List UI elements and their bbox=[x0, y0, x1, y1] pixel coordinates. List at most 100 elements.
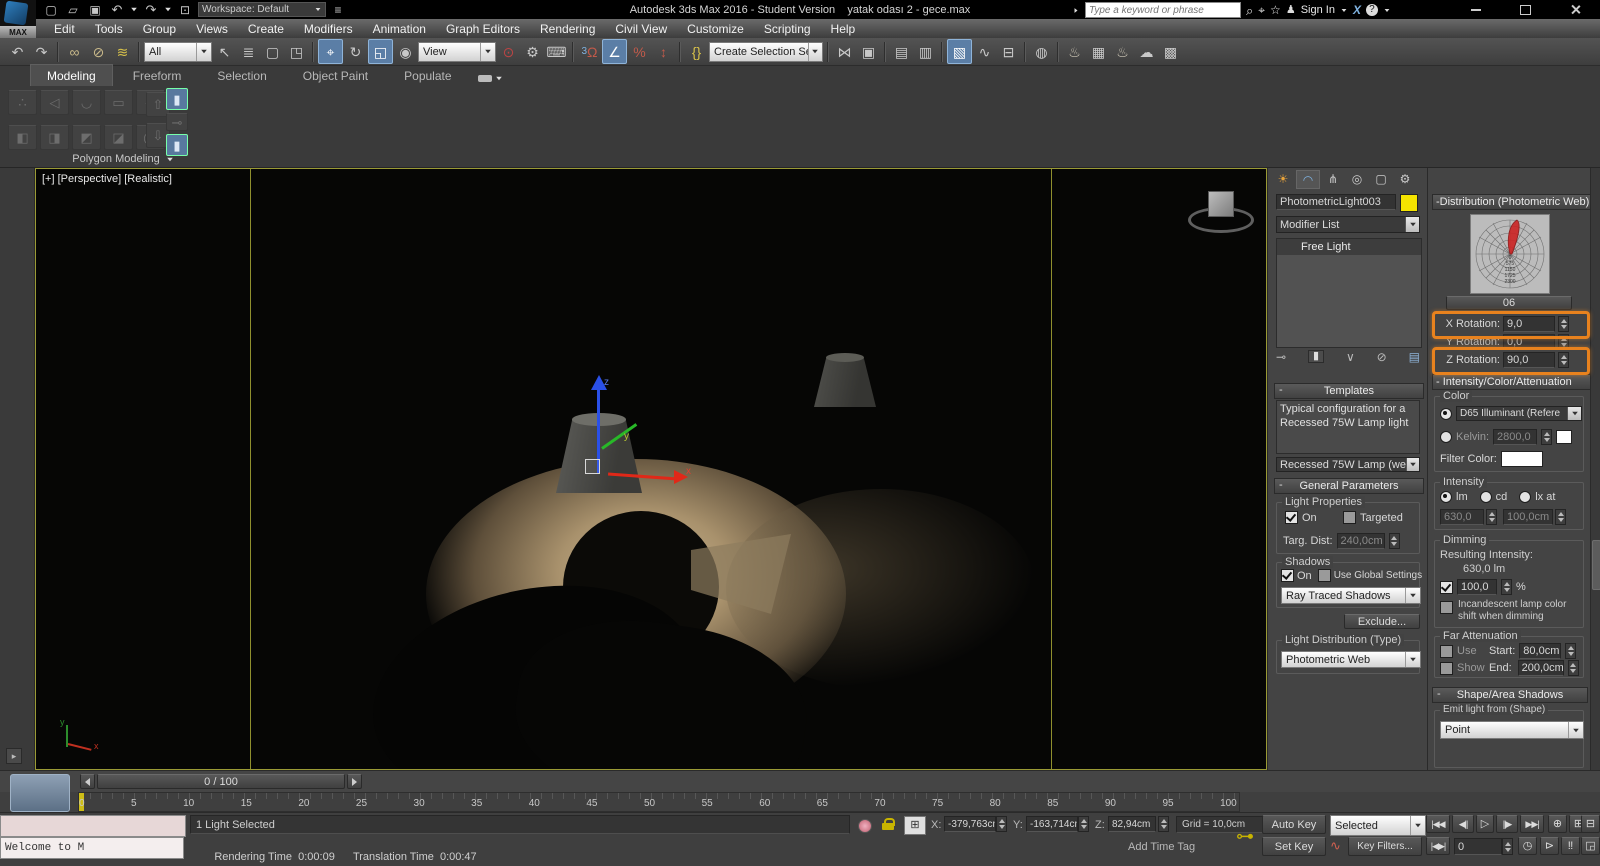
percent-snap-toggle-icon[interactable]: % bbox=[628, 40, 651, 63]
modifier-stack[interactable]: Free Light bbox=[1276, 238, 1422, 348]
select-and-scale-icon[interactable]: ◱ bbox=[368, 39, 393, 64]
rollout-shape-area-shadows[interactable]: - Shape/Area Shadows bbox=[1432, 687, 1588, 703]
z-coord-field[interactable]: 82,94cm bbox=[1108, 816, 1156, 832]
selection-lock-icon[interactable] bbox=[882, 818, 895, 831]
auto-key-button[interactable]: Auto Key bbox=[1262, 815, 1326, 834]
menu-tools[interactable]: Tools bbox=[85, 19, 133, 38]
save-file-icon[interactable]: ▣ bbox=[86, 2, 104, 18]
communication-center-icon[interactable]: ⌖ bbox=[1258, 4, 1265, 16]
y-coord-spinner[interactable] bbox=[1078, 816, 1089, 832]
menu-edit[interactable]: Edit bbox=[44, 19, 85, 38]
subobject-border-icon[interactable]: ◡ bbox=[72, 90, 101, 115]
lm-value-spinner[interactable] bbox=[1486, 509, 1497, 525]
tab-display-icon[interactable]: ▢ bbox=[1370, 170, 1392, 187]
mirror-icon[interactable]: ⋈ bbox=[833, 40, 856, 63]
go-to-start-icon[interactable]: |◀◀ bbox=[1426, 815, 1450, 833]
keyboard-shortcut-override-icon[interactable]: ⌨ bbox=[545, 40, 568, 63]
tab-utilities-icon[interactable]: ⚙ bbox=[1394, 170, 1416, 187]
absolute-mode-icon[interactable]: ⊞ bbox=[904, 816, 926, 835]
poly-tool-1-icon[interactable]: ◧ bbox=[8, 125, 37, 150]
poly-tool-3-icon[interactable]: ◩ bbox=[72, 125, 101, 150]
targ-dist-spinner[interactable] bbox=[1388, 533, 1400, 549]
template-dropdown[interactable]: Recessed 75W Lamp (web bbox=[1276, 457, 1420, 472]
z-coord-spinner[interactable] bbox=[1158, 816, 1169, 832]
listener-expand-icon[interactable]: ▸ bbox=[6, 748, 22, 764]
material-editor-icon[interactable]: ◍ bbox=[1030, 40, 1053, 63]
far-att-end-spinner[interactable] bbox=[1567, 660, 1579, 676]
targ-dist-field[interactable]: 240,0cm bbox=[1336, 533, 1385, 549]
redo-toolbar-icon[interactable]: ↷ bbox=[30, 40, 53, 63]
redo-icon[interactable]: ↷ bbox=[142, 2, 160, 18]
use-global-settings-checkbox[interactable] bbox=[1317, 569, 1331, 582]
selection-filter-dropdown[interactable]: All bbox=[144, 41, 212, 62]
infocenter-collapse-icon[interactable] bbox=[1074, 7, 1078, 13]
next-frame-icon[interactable]: ||▶ bbox=[1496, 815, 1518, 833]
kelvin-radio[interactable] bbox=[1440, 431, 1452, 443]
angle-snap-toggle-icon[interactable]: ∠ bbox=[602, 39, 627, 64]
curve-editor-icon[interactable]: ∿ bbox=[973, 40, 996, 63]
subobject-edge-icon[interactable]: ◁ bbox=[40, 90, 69, 115]
d65-radio[interactable] bbox=[1440, 407, 1452, 420]
track-bar-ruler[interactable]: 0 5 10 15 20 25 30 35 40 45 50 55 60 65 70 75 80 85 … bbox=[78, 792, 1240, 812]
help-dropdown-icon[interactable] bbox=[1384, 8, 1390, 12]
ribbon-tab-freeform[interactable]: Freeform bbox=[117, 65, 198, 86]
x-rotation-spinner[interactable] bbox=[1558, 316, 1569, 332]
current-frame-spinner[interactable] bbox=[1502, 838, 1513, 855]
x-rotation-field[interactable]: 9,0 bbox=[1503, 316, 1555, 332]
shadow-type-dropdown[interactable]: Ray Traced Shadows bbox=[1281, 587, 1421, 604]
set-key-button[interactable]: Set Key bbox=[1262, 837, 1326, 856]
render-setup-icon[interactable]: ♨ bbox=[1063, 40, 1086, 63]
wireframe-color-swatch[interactable] bbox=[1400, 194, 1418, 212]
time-slider-prev-button[interactable] bbox=[80, 774, 95, 789]
spinner-snap-toggle-icon[interactable]: ↕ bbox=[652, 40, 675, 63]
named-selection-sets-dropdown[interactable]: Create Selection Se bbox=[709, 41, 823, 62]
lx-distance-spinner[interactable] bbox=[1555, 509, 1566, 525]
y-coord-field[interactable]: -163,714cm bbox=[1026, 816, 1078, 832]
light-on-checkbox[interactable] bbox=[1285, 511, 1298, 524]
search-icon[interactable]: ⌕ bbox=[1246, 4, 1253, 17]
schematic-view-icon[interactable]: ⊟ bbox=[997, 40, 1020, 63]
d65-dropdown[interactable]: D65 Illuminant (Refere bbox=[1456, 406, 1582, 421]
targeted-checkbox[interactable] bbox=[1343, 511, 1356, 524]
x-coord-field[interactable]: -379,763cm bbox=[944, 816, 996, 832]
select-and-manipulate-icon[interactable]: ⚙ bbox=[521, 40, 544, 63]
select-by-name-icon[interactable]: ≣ bbox=[237, 40, 260, 63]
cd-radio[interactable] bbox=[1479, 491, 1492, 503]
bind-spacewarp-icon[interactable]: ≋ bbox=[111, 40, 134, 63]
render-in-cloud-icon[interactable]: ☁ bbox=[1135, 40, 1158, 63]
undo-dropdown-icon[interactable] bbox=[131, 7, 137, 12]
maximize-viewport-toggle-icon[interactable]: ◲ bbox=[1581, 837, 1600, 855]
ribbon-panel-label[interactable]: Polygon Modeling bbox=[8, 152, 238, 166]
panel-scrollbar-thumb[interactable] bbox=[1592, 540, 1600, 590]
current-frame-field[interactable]: 0 bbox=[1454, 838, 1502, 855]
exclude-button[interactable]: Exclude... bbox=[1344, 614, 1420, 629]
selected-set-dropdown[interactable]: Selected bbox=[1330, 815, 1426, 836]
favorites-star-icon[interactable]: ☆ bbox=[1270, 4, 1281, 16]
menu-modifiers[interactable]: Modifiers bbox=[294, 19, 363, 38]
scene-explorer-icon[interactable]: ▧ bbox=[947, 39, 972, 64]
subobject-polygon-icon[interactable]: ▭ bbox=[104, 90, 133, 115]
undo-icon[interactable]: ↶ bbox=[108, 2, 126, 18]
add-time-tag[interactable]: Add Time Tag bbox=[1128, 841, 1195, 853]
panel-scrollbar[interactable] bbox=[1590, 168, 1600, 770]
select-and-move-icon[interactable]: ⌖ bbox=[318, 39, 343, 64]
rectangular-selection-region-icon[interactable]: ▢ bbox=[261, 40, 284, 63]
window-crossing-icon[interactable]: ◳ bbox=[285, 40, 308, 63]
maxscript-listener-white[interactable]: Welcome to M bbox=[0, 837, 184, 859]
far-att-end-field[interactable]: 200,0cm bbox=[1517, 660, 1564, 676]
maxscript-listener-pink[interactable] bbox=[0, 815, 186, 837]
shadows-on-checkbox[interactable] bbox=[1281, 569, 1294, 582]
time-slider-next-button[interactable] bbox=[347, 774, 362, 789]
rollout-intensity[interactable]: - Intensity/Color/Attenuation bbox=[1432, 374, 1591, 390]
menu-rendering[interactable]: Rendering bbox=[530, 19, 605, 38]
kelvin-field[interactable]: 2800,0 bbox=[1493, 429, 1538, 445]
help-icon[interactable]: ? bbox=[1365, 4, 1378, 16]
show-end-result-icon[interactable]: ▮ bbox=[1307, 350, 1325, 363]
sign-in-button[interactable]: Sign In bbox=[1301, 4, 1335, 16]
second-lamp-shade[interactable] bbox=[814, 357, 876, 407]
reference-coordinate-dropdown[interactable]: View bbox=[418, 41, 496, 62]
viewport-label[interactable]: [+] [Perspective] [Realistic] bbox=[42, 173, 172, 185]
tab-hierarchy-icon[interactable]: ⋔ bbox=[1322, 170, 1344, 187]
open-a360-gallery-icon[interactable]: ▩ bbox=[1159, 40, 1182, 63]
dimming-percent-spinner[interactable] bbox=[1501, 579, 1512, 595]
